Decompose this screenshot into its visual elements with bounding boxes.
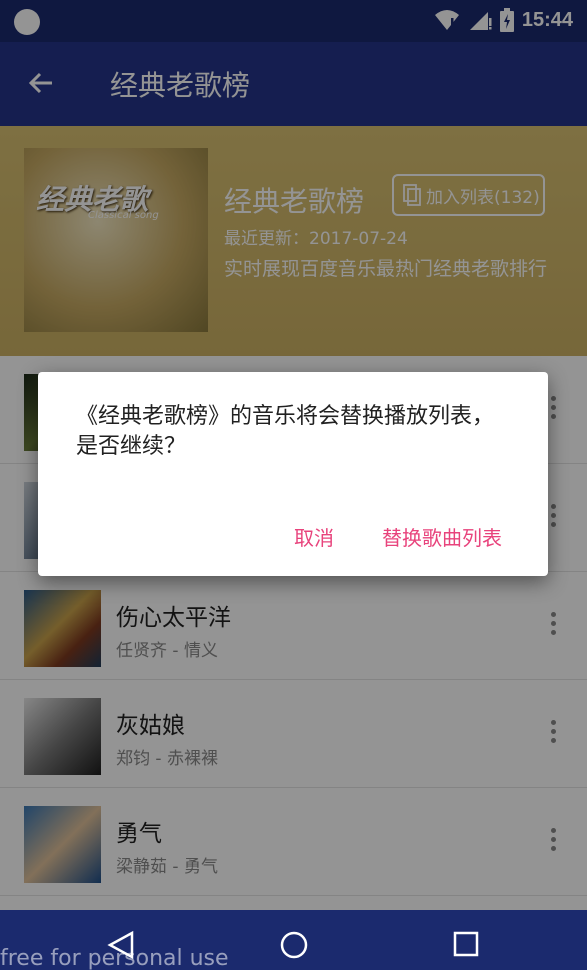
cancel-button[interactable]: 取消 [290, 518, 338, 555]
home-circle-icon[interactable] [279, 930, 309, 960]
replace-songs-button[interactable]: 替换歌曲列表 [378, 518, 506, 555]
watermark-text: free for personal use [0, 946, 229, 971]
dialog-message: 《经典老歌榜》的音乐将会替换播放列表， 是否继续？ [76, 404, 495, 459]
recents-square-icon[interactable] [452, 930, 480, 958]
replace-playlist-dialog: 《经典老歌榜》的音乐将会替换播放列表， 是否继续？ 取消 替换歌曲列表 [38, 372, 548, 576]
